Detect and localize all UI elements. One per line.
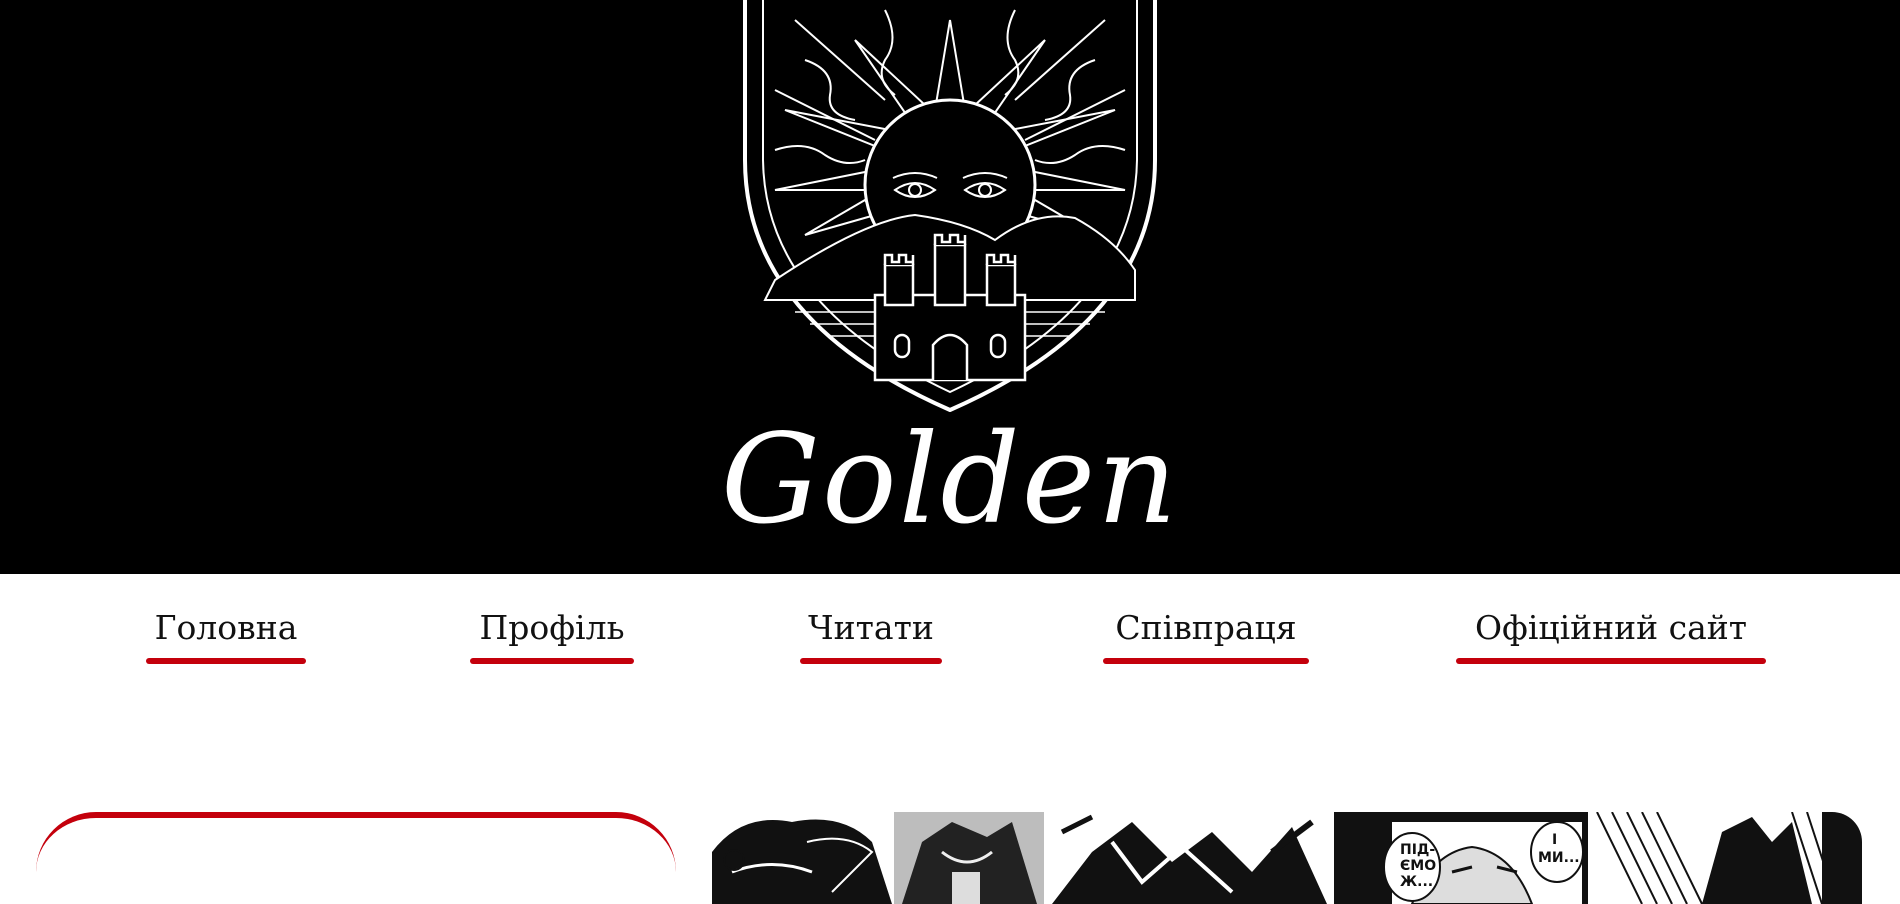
nav-item-label: Читати: [808, 608, 934, 647]
nav-item-label: Офіційний сайт: [1474, 608, 1748, 647]
nav-underline: [470, 658, 634, 664]
info-card: [36, 812, 676, 904]
golden-dawn-crest-icon: [743, 0, 1157, 412]
manga-preview-banner[interactable]: ПІД- ЄМО Ж... I МИ...: [712, 812, 1862, 904]
nav-underline: [1103, 658, 1309, 664]
manga-bubble-text: I: [1552, 832, 1557, 848]
nav-item-profile[interactable]: Профіль: [470, 608, 634, 664]
nav-underline: [1456, 658, 1766, 664]
nav-underline: [146, 658, 306, 664]
site-header: Golden Dawn: [0, 0, 1900, 574]
manga-bubble-text: ПІД-: [1400, 842, 1435, 858]
nav-item-read[interactable]: Читати: [800, 608, 942, 664]
nav-underline: [800, 658, 942, 664]
manga-bubble-text: МИ...: [1538, 850, 1580, 866]
manga-panels-image: ПІД- ЄМО Ж... I МИ...: [712, 812, 1862, 904]
manga-bubble-text: Ж...: [1400, 874, 1433, 890]
nav-item-official-site[interactable]: Офіційний сайт: [1456, 608, 1766, 664]
nav-item-label: Співпраця: [1115, 608, 1297, 647]
nav-item-label: Профіль: [479, 608, 625, 647]
nav-item-label: Головна: [154, 608, 298, 647]
brand-title: Golden Dawn: [721, 408, 1179, 574]
nav-item-cooperation[interactable]: Співпраця: [1103, 608, 1309, 664]
main-navigation: Головна Профіль Читати Співпраця Офіційн…: [0, 574, 1900, 674]
nav-item-home[interactable]: Головна: [146, 608, 306, 664]
manga-bubble-text: ЄМО: [1400, 858, 1436, 874]
